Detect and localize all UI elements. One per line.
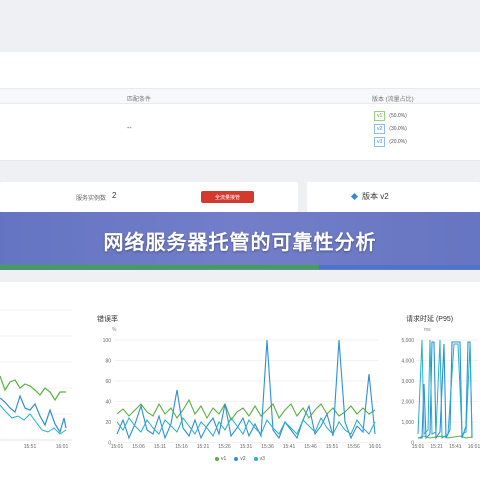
chart-legend: v1 v2 v3 xyxy=(215,456,273,462)
x-tick: 15:46 xyxy=(304,444,317,450)
latency-title: 请求时延 (P95) xyxy=(406,316,454,323)
latency-chart: 5,0004,0003,0002,0001,0000 15:01 15:21 15:… xyxy=(401,338,480,450)
error-rate-title: 错误率 xyxy=(97,316,118,323)
x-tick: 15:21 xyxy=(197,444,210,450)
error-rate-chart: 100806040200 15:01 15:06 15:11 15:16 15:21 15… xyxy=(103,338,382,450)
page-title: 网络服务器托管的可靠性分析 xyxy=(103,231,377,254)
legend-item-v3[interactable]: v3 xyxy=(253,456,265,462)
traffic-progress-bar xyxy=(0,265,480,269)
y-tick: 20 xyxy=(105,420,111,426)
version-card xyxy=(307,182,480,212)
x-tick: 15:06 xyxy=(132,444,145,450)
x-tick: 16:01 xyxy=(369,444,382,450)
latency-unit: ms xyxy=(424,327,431,333)
x-tick: 15:26 xyxy=(218,444,231,450)
legend-dot xyxy=(215,457,219,461)
series-v3-line xyxy=(0,404,67,435)
series-v2-line xyxy=(418,341,473,440)
x-tick: 15:41 xyxy=(449,444,462,450)
partial-chart: 15:51 16:01 xyxy=(0,309,72,450)
x-tick: 15:41 xyxy=(283,444,296,450)
version-row-v1: v1 (50.0%) xyxy=(374,111,407,121)
diamond-icon xyxy=(350,192,359,201)
x-tick: 15:11 xyxy=(154,444,166,450)
col-version-header: 版本 (流量占比) xyxy=(372,97,414,103)
y-tick: 3,000 xyxy=(401,379,414,385)
full-traffic-takeover-button[interactable]: 全流量接管 xyxy=(201,191,254,203)
y-tick: 40 xyxy=(105,400,111,406)
version-tag: v1 xyxy=(374,111,386,121)
y-tick: 5,000 xyxy=(401,338,414,344)
y-tick: 4,000 xyxy=(401,359,414,365)
x-tick: 15:01 xyxy=(111,444,124,450)
col-match-header: 匹配条件 xyxy=(127,97,152,103)
legend-label: v1 xyxy=(221,456,227,462)
legend-item-v1[interactable]: v1 xyxy=(215,456,226,462)
x-tick: 16:01 xyxy=(56,444,69,450)
progress-fill xyxy=(0,265,320,269)
y-tick: 60 xyxy=(105,379,111,385)
x-tick: 16:01 xyxy=(468,444,480,450)
match-condition-value: -- xyxy=(127,125,132,132)
version-label: 版本 v2 xyxy=(350,191,389,202)
version-row-v2: v2 (30.0%) xyxy=(374,124,407,134)
version-row-v3: v3 (20.0%) xyxy=(374,137,407,147)
x-tick: 15:21 xyxy=(430,444,443,450)
instance-count-value: 2 xyxy=(112,191,117,200)
version-label-text: 版本 v2 xyxy=(362,192,389,201)
y-tick: 100 xyxy=(103,338,112,344)
routing-rules-card xyxy=(0,52,480,161)
legend-item-v2[interactable]: v2 xyxy=(234,456,246,462)
error-rate-unit: % xyxy=(112,327,117,333)
y-tick: 1,000 xyxy=(401,420,414,426)
version-percent: (50.0%) xyxy=(389,113,407,119)
legend-label: v3 xyxy=(259,456,265,462)
version-percent: (20.0%) xyxy=(389,139,407,145)
x-tick: 15:51 xyxy=(24,444,37,450)
legend-dot xyxy=(234,457,239,461)
x-tick: 15:56 xyxy=(347,444,360,450)
x-tick: 15:16 xyxy=(175,444,188,450)
y-tick: 2,000 xyxy=(401,400,414,406)
version-percent: (30.0%) xyxy=(389,126,407,132)
y-tick: 80 xyxy=(105,359,111,365)
x-tick: 15:31 xyxy=(240,444,253,450)
x-tick: 15:01 xyxy=(412,444,425,450)
series-v2-line xyxy=(116,339,376,440)
series-v1-line xyxy=(116,398,376,422)
version-tag: v2 xyxy=(374,124,386,134)
x-tick: 15:36 xyxy=(261,444,274,450)
legend-dot xyxy=(253,457,258,461)
legend-label: v2 xyxy=(240,456,246,462)
instance-count-label: 服务实例数 xyxy=(76,196,107,202)
x-tick: 15:51 xyxy=(326,444,339,450)
version-tag: v3 xyxy=(374,137,386,147)
